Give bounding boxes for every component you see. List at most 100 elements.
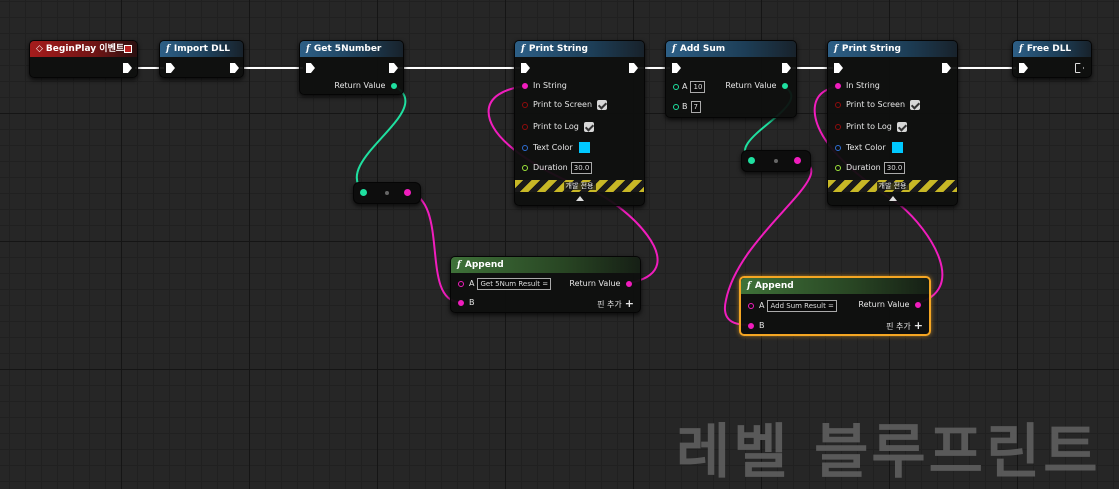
struct-in-pin[interactable] xyxy=(522,144,528,151)
print-to-screen-checkbox[interactable] xyxy=(597,99,608,110)
print-to-screen-checkbox[interactable] xyxy=(910,99,921,110)
exec-in-pin[interactable] xyxy=(166,63,175,73)
input-a-value[interactable]: 10 xyxy=(690,80,706,93)
int-return-pin[interactable] xyxy=(782,82,788,89)
string-in-pin[interactable] xyxy=(748,322,754,329)
beginplay-event-node[interactable]: ◇ BeginPlay 이벤트 xyxy=(29,40,138,78)
node-header: f Append xyxy=(451,257,640,273)
int-wire-get5number-reroute1 xyxy=(355,85,407,192)
string-return-pin[interactable] xyxy=(915,301,921,308)
import-dll-node[interactable]: f Import DLL xyxy=(159,40,244,78)
text-color-swatch[interactable] xyxy=(578,142,590,153)
text-color-label: Text Color xyxy=(846,143,886,152)
add-pin-label: 핀 추가 xyxy=(597,300,622,309)
input-a-label: A xyxy=(469,279,475,288)
duration-label: Duration xyxy=(533,163,568,172)
reroute-node-1[interactable] xyxy=(353,182,421,204)
string-in-pin[interactable] xyxy=(458,280,464,287)
add-pin-label: 핀 추가 xyxy=(886,322,911,331)
duration-label: Duration xyxy=(846,163,881,172)
string-in-pin[interactable] xyxy=(835,82,841,89)
node-header: f Import DLL xyxy=(160,41,243,57)
exec-in-pin[interactable] xyxy=(834,63,843,73)
node-header: f Append xyxy=(741,278,929,294)
node-title: Append xyxy=(464,260,504,270)
bool-in-pin[interactable] xyxy=(835,123,841,130)
struct-in-pin[interactable] xyxy=(835,144,841,151)
text-color-swatch[interactable] xyxy=(891,142,903,153)
get5number-node[interactable]: f Get 5Number Return Value xyxy=(299,40,404,95)
return-value-label: Return Value xyxy=(725,81,777,90)
print-string-node-2[interactable]: f Print String In String Print to Screen … xyxy=(827,40,958,206)
print-to-log-checkbox[interactable] xyxy=(583,121,594,132)
exec-out-pin[interactable] xyxy=(123,63,132,73)
reroute-node-2[interactable] xyxy=(741,150,811,172)
append-node-2[interactable]: f Append A Add Sum Result = B Return Value… xyxy=(739,276,931,336)
node-header: f Print String xyxy=(515,41,644,57)
bool-in-pin[interactable] xyxy=(522,123,528,130)
function-icon: f xyxy=(521,44,525,54)
function-icon: f xyxy=(166,44,170,54)
string-in-pin[interactable] xyxy=(748,302,754,309)
exec-in-pin[interactable] xyxy=(306,63,315,73)
print-to-log-checkbox[interactable] xyxy=(896,121,907,132)
print-string-node-1[interactable]: f Print String In String Print to Screen … xyxy=(514,40,645,206)
node-title: Add Sum xyxy=(679,44,726,54)
print-to-log-row: Print to Log xyxy=(835,120,907,134)
reroute-handle[interactable] xyxy=(774,159,778,163)
input-a-textbox[interactable]: Add Sum Result = xyxy=(767,299,837,312)
int-in-pin[interactable] xyxy=(748,157,755,164)
int-return-pin[interactable] xyxy=(391,82,397,89)
node-title: Append xyxy=(754,281,794,291)
add-sum-node[interactable]: f Add Sum A 10 B7 Return Value xyxy=(665,40,797,118)
node-title: Print String xyxy=(841,44,901,54)
print-to-log-label: Print to Log xyxy=(846,122,892,131)
event-diamond-icon: ◇ xyxy=(36,44,43,54)
bool-in-pin[interactable] xyxy=(522,101,528,108)
exec-out-pin[interactable] xyxy=(389,63,398,73)
node-header: f Get 5Number xyxy=(300,41,403,57)
development-only-banner: 개발 전용 xyxy=(828,180,957,192)
string-in-pin[interactable] xyxy=(522,82,528,89)
input-a-label: A xyxy=(682,82,688,91)
function-icon: f xyxy=(834,44,838,54)
level-blueprint-watermark: 레벨 블루프린트 xyxy=(676,417,1101,486)
int-in-pin[interactable] xyxy=(673,103,679,110)
bool-in-pin[interactable] xyxy=(835,101,841,108)
free-dll-node[interactable]: f Free DLL xyxy=(1012,40,1092,78)
float-in-pin[interactable] xyxy=(522,164,528,171)
return-value-row: Return Value xyxy=(725,79,788,93)
append-node-1[interactable]: f Append A Get 5Num Result = B Return Valu… xyxy=(450,256,641,313)
string-return-pin[interactable] xyxy=(626,280,632,287)
exec-out-pin[interactable] xyxy=(942,63,951,73)
float-in-pin[interactable] xyxy=(835,164,841,171)
exec-in-pin[interactable] xyxy=(521,63,530,73)
int-in-pin[interactable] xyxy=(673,83,679,90)
exec-out-pin[interactable] xyxy=(782,63,791,73)
reroute-handle[interactable] xyxy=(385,191,389,195)
string-out-pin[interactable] xyxy=(794,157,801,164)
plus-icon: + xyxy=(913,319,923,332)
string-in-pin[interactable] xyxy=(458,299,464,306)
expand-arrow-icon[interactable] xyxy=(575,196,584,201)
in-string-label: In String xyxy=(846,81,880,90)
int-in-pin[interactable] xyxy=(360,189,367,196)
exec-out-pin[interactable] xyxy=(629,63,638,73)
exec-in-pin[interactable] xyxy=(1019,63,1028,73)
development-only-banner: 개발 전용 xyxy=(515,180,644,192)
exec-out-pin[interactable] xyxy=(230,63,239,73)
string-out-pin[interactable] xyxy=(404,189,411,196)
duration-input[interactable]: 30.0 xyxy=(570,161,593,174)
print-to-screen-row: Print to Screen xyxy=(522,98,608,112)
exec-out-pin-unconnected[interactable] xyxy=(1075,63,1084,73)
exec-in-pin[interactable] xyxy=(672,63,681,73)
duration-input[interactable]: 30.0 xyxy=(883,161,906,174)
add-pin-button[interactable]: 핀 추가 + xyxy=(597,298,634,311)
expand-arrow-icon[interactable] xyxy=(888,196,897,201)
input-b-row: B xyxy=(748,319,765,333)
event-output-delegate-icon[interactable] xyxy=(124,45,132,53)
add-pin-button[interactable]: 핀 추가 + xyxy=(886,320,923,333)
input-a-row: A Get 5Num Result = xyxy=(458,277,552,291)
input-b-value[interactable]: 7 xyxy=(690,100,701,113)
input-a-textbox[interactable]: Get 5Num Result = xyxy=(477,277,552,290)
